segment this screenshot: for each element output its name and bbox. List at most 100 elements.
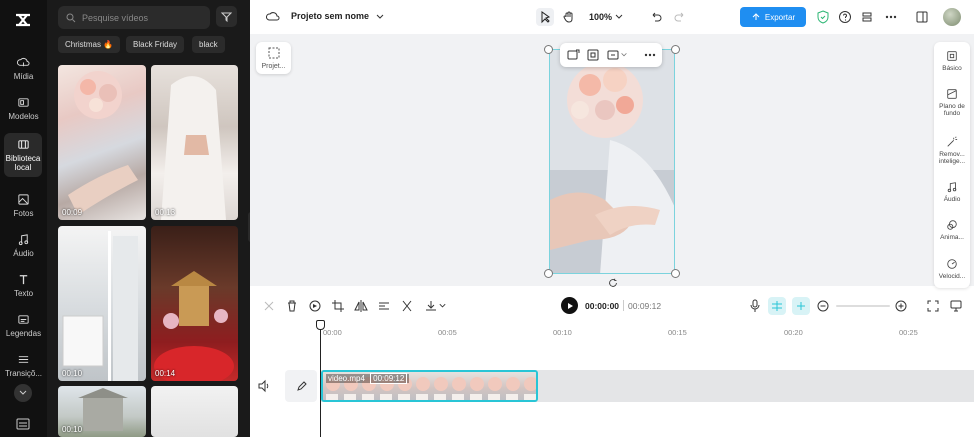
- keyboard-icon[interactable]: [16, 418, 30, 430]
- split-icon[interactable]: [262, 299, 276, 313]
- playhead-handle[interactable]: [316, 320, 325, 330]
- mirror-icon[interactable]: [354, 299, 368, 313]
- download-icon[interactable]: [424, 299, 438, 313]
- video-thumbnail[interactable]: [151, 386, 238, 437]
- adjust-icon[interactable]: [377, 299, 391, 313]
- panel-item-audio[interactable]: Áudio: [934, 181, 970, 203]
- stack-icon[interactable]: [859, 9, 875, 25]
- select-tool-button[interactable]: [536, 8, 554, 26]
- resize-handle[interactable]: [671, 45, 680, 54]
- reverse-icon[interactable]: [308, 299, 322, 313]
- fit-icon[interactable]: [926, 299, 940, 313]
- zoom-in-icon[interactable]: [894, 299, 908, 313]
- export-button[interactable]: Exportar: [740, 7, 806, 27]
- panel-item-label: Áudio: [943, 196, 961, 203]
- panel-item-smart-remove[interactable]: Remov... intelige...: [934, 136, 970, 165]
- nav-item-captions[interactable]: Legendas: [0, 305, 47, 345]
- thumb-duration: 00:13: [155, 208, 176, 217]
- nav-item-local-library[interactable]: Biblioteca local: [4, 133, 42, 177]
- nav-item-transitions[interactable]: Transiçõ...: [0, 345, 47, 385]
- time-divider: [623, 300, 624, 311]
- zoom-out-icon[interactable]: [816, 299, 830, 313]
- crop-icon[interactable]: [586, 48, 600, 62]
- shield-icon[interactable]: [815, 9, 831, 25]
- video-thumbnail[interactable]: 00:14: [151, 226, 238, 381]
- thumb-duration: 00:10: [62, 425, 83, 434]
- aspect-ratio-icon[interactable]: [606, 48, 620, 62]
- monitor-icon[interactable]: [949, 299, 963, 313]
- resize-handle[interactable]: [544, 269, 553, 278]
- photo-icon: [18, 193, 29, 205]
- link-tracks-button[interactable]: [792, 297, 810, 315]
- video-thumbnail[interactable]: 00:09: [58, 65, 146, 220]
- nav-item-text[interactable]: Texto: [0, 265, 47, 305]
- edit-cover-button[interactable]: [285, 370, 317, 402]
- playhead[interactable]: [320, 322, 321, 437]
- panel-item-label: Plano de fundo: [939, 103, 965, 117]
- layout-panel-icon[interactable]: [914, 9, 930, 25]
- more-options-icon[interactable]: [643, 48, 657, 62]
- resize-handle[interactable]: [671, 269, 680, 278]
- video-preview[interactable]: [549, 49, 675, 274]
- ruler-tick: 00:00: [323, 328, 342, 337]
- panel-item-animation[interactable]: Anima...: [934, 219, 970, 241]
- link-icon: [797, 302, 805, 310]
- nav-item-media[interactable]: Mídia: [0, 48, 47, 88]
- video-thumbnail[interactable]: 00:10: [58, 226, 146, 381]
- project-card[interactable]: Projet...: [256, 42, 291, 74]
- export-label: Exportar: [764, 12, 796, 22]
- element-toolbar: [560, 43, 662, 67]
- background-icon: [947, 89, 957, 99]
- zoom-level[interactable]: 100%: [589, 12, 612, 22]
- video-thumbnail[interactable]: 00:10: [58, 386, 146, 437]
- panel-item-label: Anima...: [940, 234, 964, 241]
- cloud-save-icon[interactable]: [265, 9, 281, 25]
- zoom-slider[interactable]: [836, 305, 890, 307]
- resize-handle[interactable]: [544, 45, 553, 54]
- replace-icon[interactable]: [566, 48, 580, 62]
- trim-icon[interactable]: [400, 299, 414, 313]
- speaker-icon[interactable]: [257, 379, 271, 393]
- chip-black-friday[interactable]: Black Friday: [126, 36, 185, 53]
- panel-item-basic[interactable]: Básico: [934, 50, 970, 72]
- play-button[interactable]: [561, 297, 578, 314]
- undo-button[interactable]: [648, 9, 664, 25]
- avatar[interactable]: [943, 8, 961, 26]
- crop-icon[interactable]: [331, 299, 345, 313]
- chevron-down-icon[interactable]: [620, 50, 628, 60]
- video-thumbnail[interactable]: 00:13: [151, 65, 238, 220]
- more-nav-button[interactable]: [14, 384, 32, 402]
- hand-tool-button[interactable]: [560, 8, 578, 26]
- panel-item-background[interactable]: Plano de fundo: [934, 88, 970, 117]
- clip-filename: video.mp4: [328, 374, 365, 383]
- chevron-down-icon[interactable]: [438, 301, 447, 311]
- video-clip[interactable]: video.mp4 00:09:12: [321, 370, 538, 402]
- chevron-down-icon[interactable]: [614, 11, 624, 23]
- bouquet-image: [68, 71, 138, 215]
- chip-label: black: [199, 40, 218, 49]
- chip-label: Black Friday: [133, 40, 178, 49]
- text-icon: [19, 274, 28, 284]
- project-name[interactable]: Projeto sem nome: [291, 11, 369, 21]
- microphone-icon[interactable]: [748, 299, 762, 313]
- redo-button[interactable]: [672, 9, 688, 25]
- chip-christmas[interactable]: Christmas 🔥: [58, 36, 121, 53]
- undo-icon: [652, 12, 662, 22]
- more-options-icon[interactable]: [883, 9, 899, 25]
- panel-item-speed[interactable]: Velocid...: [934, 258, 970, 280]
- thumb-duration: 00:14: [155, 369, 176, 378]
- chevron-down-icon[interactable]: [375, 11, 385, 23]
- nav-item-audio[interactable]: Áudio: [0, 225, 47, 265]
- search-input[interactable]: Pesquise vídeos: [58, 6, 210, 29]
- delete-icon[interactable]: [285, 299, 299, 313]
- magnet-snap-button[interactable]: [768, 297, 786, 315]
- nav-item-photos[interactable]: Fotos: [0, 185, 47, 225]
- help-icon[interactable]: [837, 9, 853, 25]
- nav-item-templates[interactable]: Modelos: [0, 88, 47, 128]
- capcut-logo-icon[interactable]: [12, 9, 34, 31]
- magic-wand-icon: [947, 136, 958, 147]
- filter-button[interactable]: [216, 6, 237, 27]
- timeline-ruler[interactable]: 00:00 00:05 00:10 00:15 00:20 00:25: [250, 320, 974, 340]
- rotate-icon[interactable]: [607, 278, 619, 288]
- chip-black[interactable]: black: [192, 36, 225, 53]
